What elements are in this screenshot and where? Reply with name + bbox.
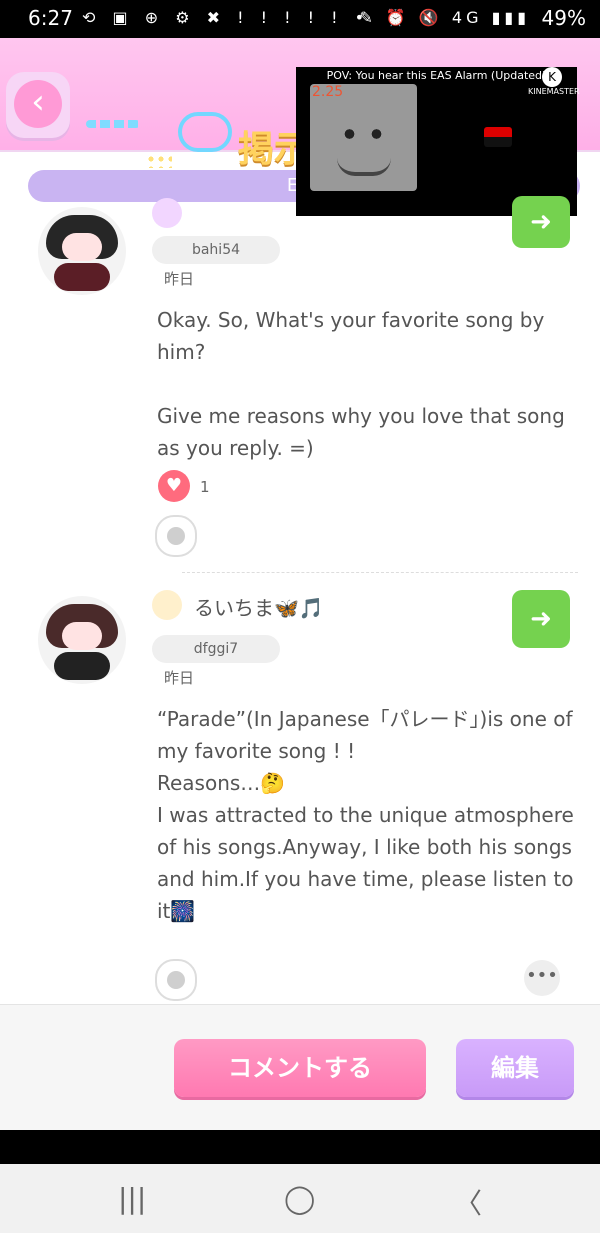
flag-icon [484,127,512,147]
wave-decoration-icon [86,120,140,128]
sparkle-icon [146,154,172,168]
video-overlay[interactable]: POV: You hear this EAS Alarm (Updated) 2… [296,67,580,216]
speech-bubble-icon [178,112,232,152]
back-icon[interactable]: 〈 [454,1182,482,1222]
smile-icon [167,527,185,545]
comment-message: “Parade”(In Japanese「パレード」)is one of my … [157,703,577,927]
follow-icon: ➜ [530,604,552,634]
rank-badge-icon [152,198,182,228]
message-line: Reasons…🤔 [157,771,286,795]
bottom-action-panel: コメントする 編集 [0,1004,600,1131]
battery-level: 49% [541,6,586,30]
kinemaster-watermark: K KINEMASTER [528,67,580,96]
add-reaction-button[interactable] [155,515,197,557]
video-counter: 2.25 [312,84,344,100]
message-line [157,368,577,400]
edit-button[interactable]: 編集 [456,1039,574,1097]
kinemaster-logo-icon: K [542,67,562,87]
reaction-count: 1 [200,478,210,496]
recent-apps-icon[interactable]: ||| [118,1182,146,1215]
message-line: Give me reasons why you love that song a… [157,404,565,460]
eyes-decoration [336,126,391,142]
comment-date: 昨日 [164,669,195,687]
follow-button[interactable]: ➜ [512,590,570,648]
mouth-decoration [337,158,391,176]
notification-icons: ⟲ ▣ ⊕ ⚙ ✖ ! ! ! ! ! • [82,8,371,27]
chevron-left-icon: ‹ [14,80,62,128]
rank-badge-icon [152,590,182,620]
comment-divider [182,572,578,573]
navigation-bar: ||| ◯ 〈 [0,1164,600,1233]
system-status-icons: ✎ ⏰ 🔇 4G ▮▮▮ [359,8,530,27]
more-options-button[interactable]: ••• [524,960,560,996]
system-spacer [0,1130,600,1164]
avatar[interactable] [38,596,126,684]
avatar[interactable] [38,207,126,295]
comment-message: Okay. So, What's your favorite song by h… [157,304,577,464]
status-bar: 6:27 ⟲ ▣ ⊕ ⚙ ✖ ! ! ! ! ! • ✎ ⏰ 🔇 4G ▮▮▮ … [0,0,600,38]
message-line: I was attracted to the unique atmosphere… [157,803,574,923]
back-button[interactable]: ‹ [6,72,70,138]
follow-button[interactable]: ➜ [512,196,570,248]
user-id-pill: bahi54 [152,236,280,264]
comment-date: 昨日 [164,270,195,288]
message-line: “Parade”(In Japanese「パレード」)is one of my … [157,707,573,763]
kinemaster-label: KINEMASTER [528,87,580,96]
follow-icon: ➜ [530,207,552,237]
username[interactable]: るいちま🦋🎵 [194,592,324,621]
comment-button[interactable]: コメントする [174,1039,426,1097]
home-icon[interactable]: ◯ [284,1182,315,1215]
add-reaction-button[interactable] [155,959,197,1001]
face-thumbnail [310,84,417,191]
user-id-pill: dfggi7 [152,635,280,663]
message-line: Okay. So, What's your favorite song by h… [157,308,545,364]
heart-eyes-reaction-icon[interactable]: ♥ [158,470,190,502]
status-time: 6:27 [28,6,73,30]
smile-icon [167,971,185,989]
